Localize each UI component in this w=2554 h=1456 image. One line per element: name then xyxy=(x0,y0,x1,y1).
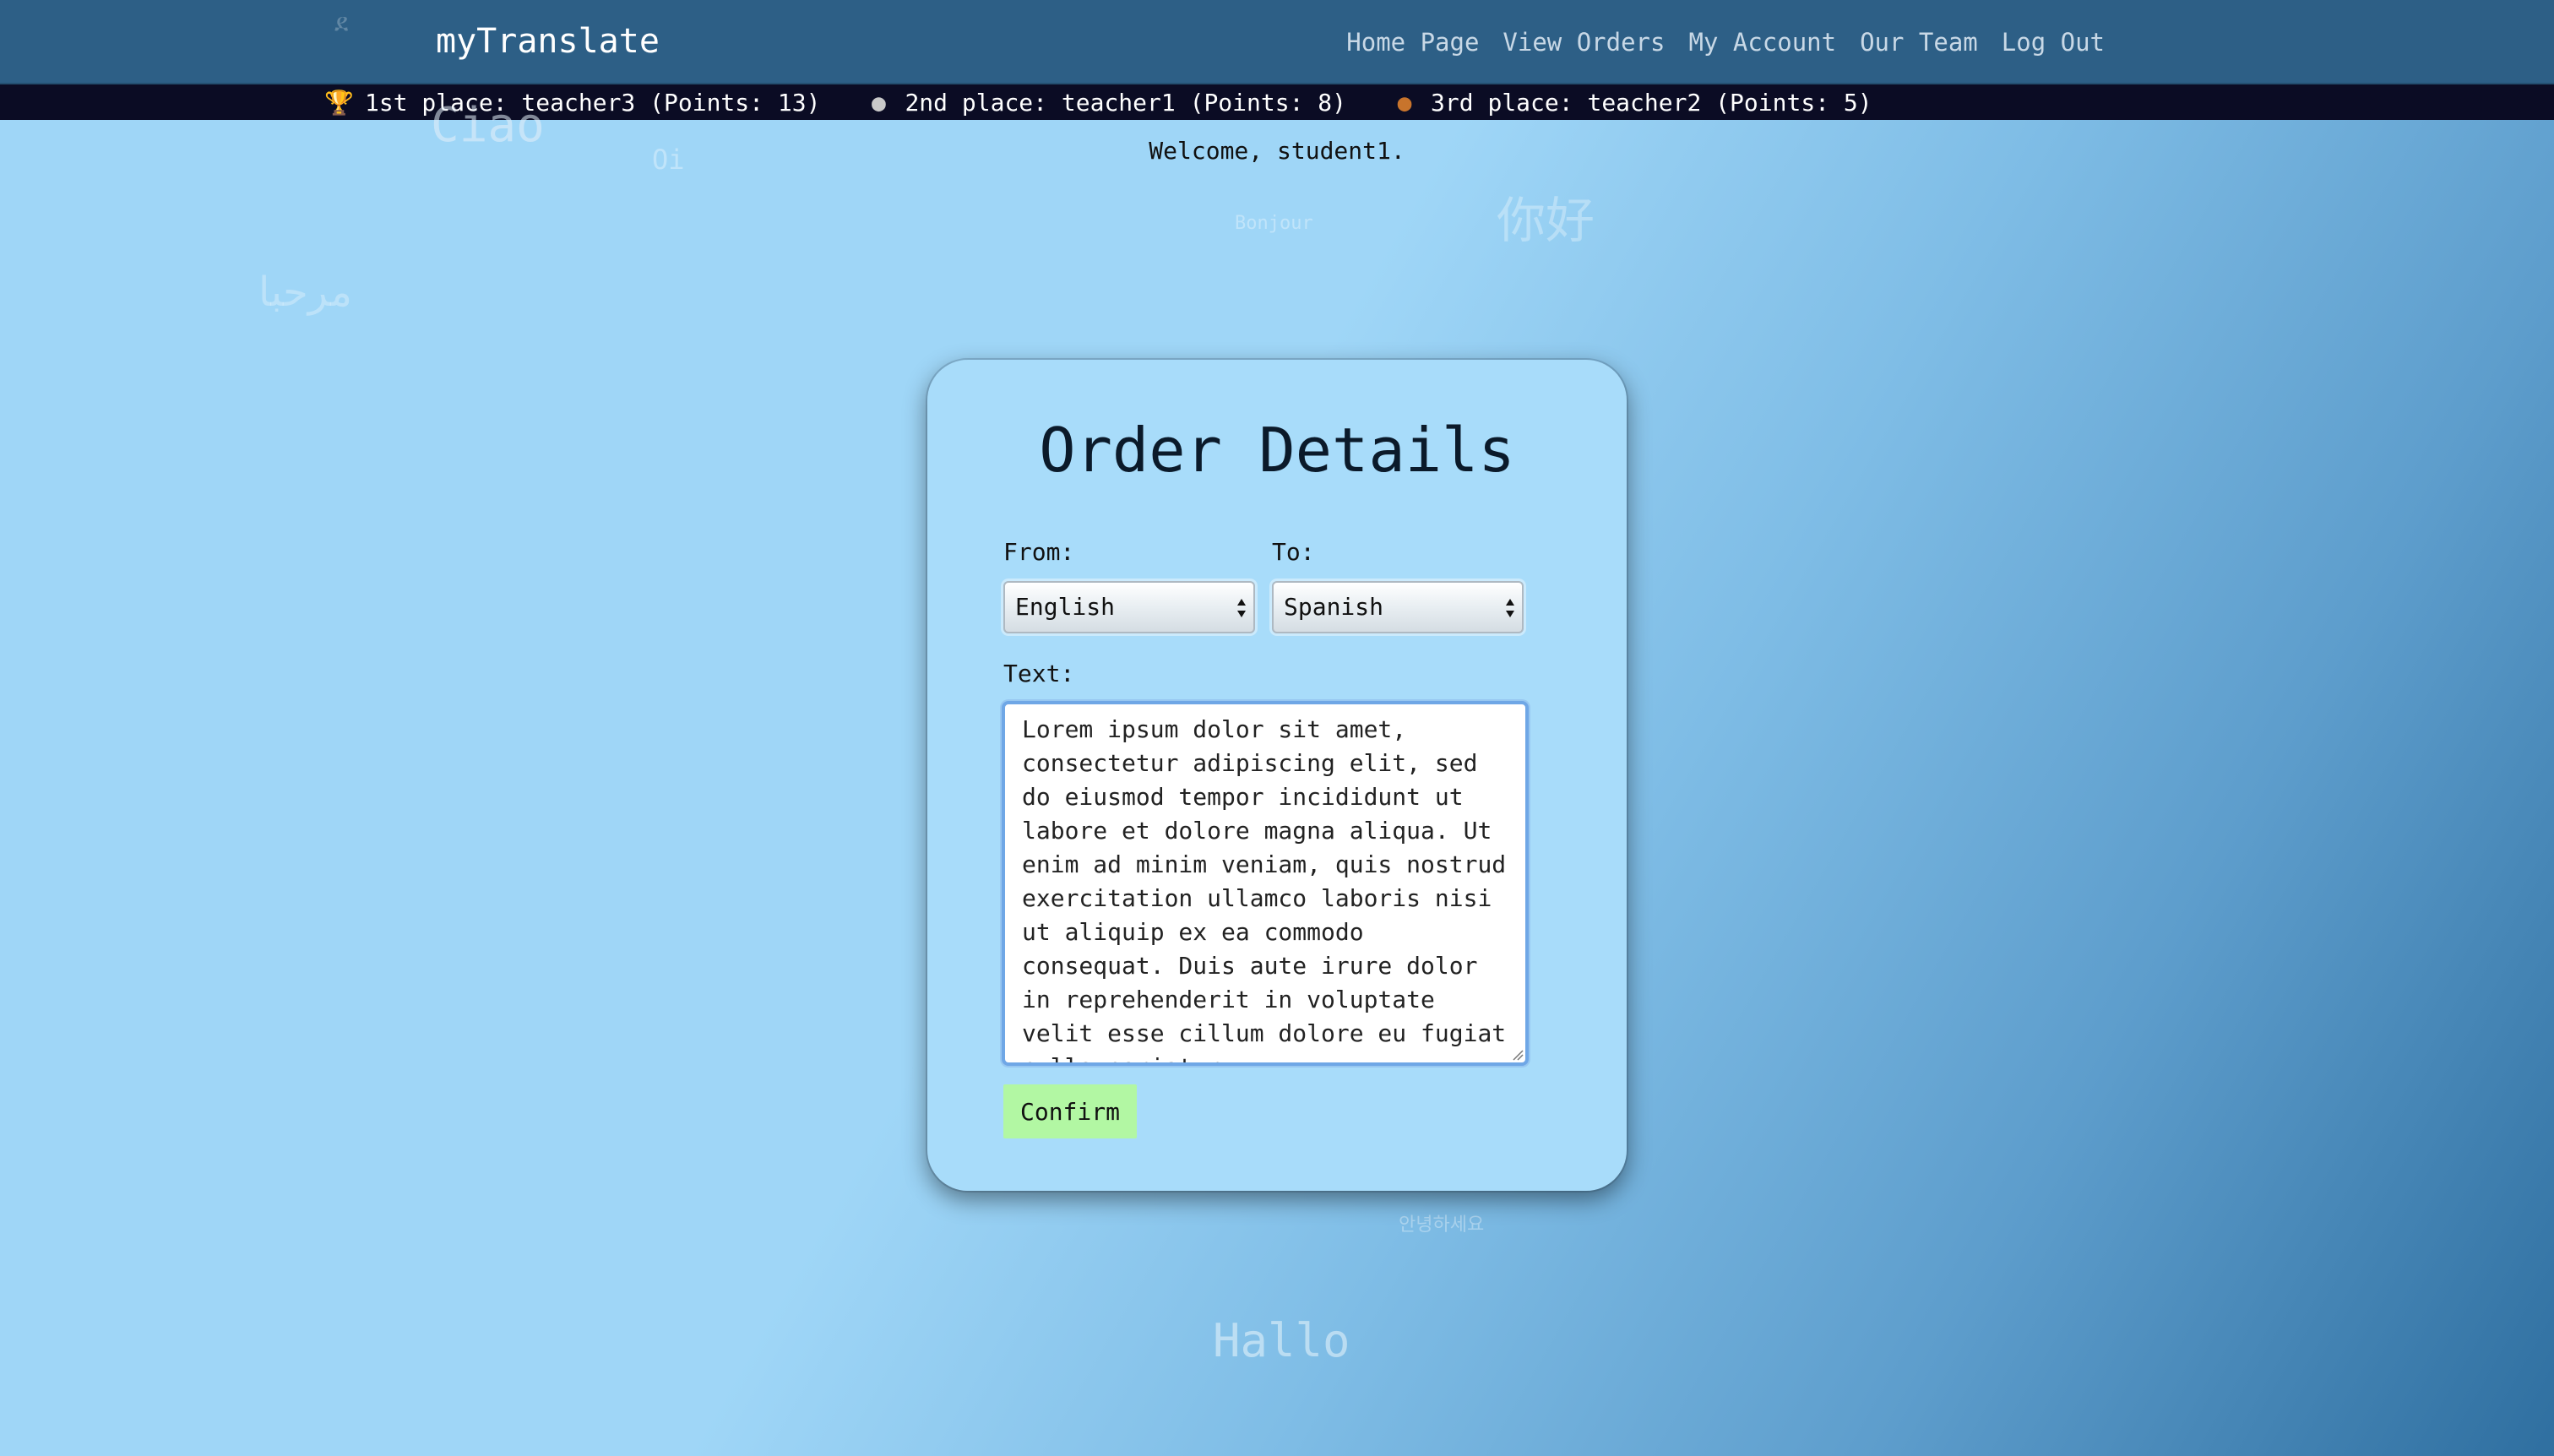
resize-grip-icon[interactable] xyxy=(1510,1047,1524,1061)
select-arrows-icon xyxy=(1237,599,1246,617)
page-title: Order Details xyxy=(1039,415,1515,486)
top-navbar: ደ myTranslate Home Page View Orders My A… xyxy=(0,0,2554,84)
trophy-icon: 🏆 xyxy=(324,88,354,117)
confirm-button[interactable]: Confirm xyxy=(1003,1084,1137,1138)
order-details-card: Order Details From: To: English Spanish … xyxy=(927,360,1627,1191)
from-language-label: From: xyxy=(1003,538,1075,566)
from-language-value: English xyxy=(1015,593,1116,621)
leaderboard-bar: 🏆 1st place: teacher3 (Points: 13) ● 2nd… xyxy=(0,84,2554,120)
to-language-select[interactable]: Spanish xyxy=(1272,581,1524,633)
source-text-content: Lorem ipsum dolor sit amet, consectetur … xyxy=(1022,715,1507,1062)
leaderboard-entry-text: 3rd place: teacher2 (Points: 5) xyxy=(1431,88,1872,117)
nav-link-view-orders[interactable]: View Orders xyxy=(1503,25,1665,59)
bg-greeting-french: Bonjour xyxy=(1235,213,1313,234)
source-text-area[interactable]: Lorem ipsum dolor sit amet, consectetur … xyxy=(1002,701,1529,1066)
to-language-label: To: xyxy=(1272,538,1315,566)
bronze-medal-icon: ● xyxy=(1397,88,1412,117)
brand-logo-text[interactable]: myTranslate xyxy=(436,19,660,64)
silver-medal-icon: ● xyxy=(872,88,886,117)
welcome-message: Welcome, student1. xyxy=(1149,137,1405,165)
bg-greeting-chinese: 你好 xyxy=(1497,192,1595,249)
bg-greeting-arabic: مرحبا xyxy=(258,269,352,316)
to-language-value: Spanish xyxy=(1284,593,1384,621)
from-language-select[interactable]: English xyxy=(1003,581,1255,633)
select-arrows-icon xyxy=(1506,599,1514,617)
leaderboard-entry-second: ● 2nd place: teacher1 (Points: 8) xyxy=(864,89,1346,117)
nav-link-our-team[interactable]: Our Team xyxy=(1860,25,1978,59)
nav-link-home-page[interactable]: Home Page xyxy=(1346,25,1479,59)
leaderboard-entry-first: 🏆 1st place: teacher3 (Points: 13) xyxy=(324,89,820,117)
nav-link-log-out[interactable]: Log Out xyxy=(2002,25,2105,59)
leaderboard-entry-third: ● 3rd place: teacher2 (Points: 5) xyxy=(1390,89,1872,117)
bg-greeting-korean: 안녕하세요 xyxy=(1399,1214,1485,1236)
faded-glyph-icon: ደ xyxy=(334,8,349,38)
nav-link-my-account[interactable]: My Account xyxy=(1688,25,1836,59)
leaderboard-entry-text: 2nd place: teacher1 (Points: 8) xyxy=(905,88,1347,117)
nav-links: Home Page View Orders My Account Our Tea… xyxy=(1346,25,2105,59)
text-label: Text: xyxy=(1003,660,1075,687)
bg-greeting-german: Hallo xyxy=(1213,1314,1350,1367)
